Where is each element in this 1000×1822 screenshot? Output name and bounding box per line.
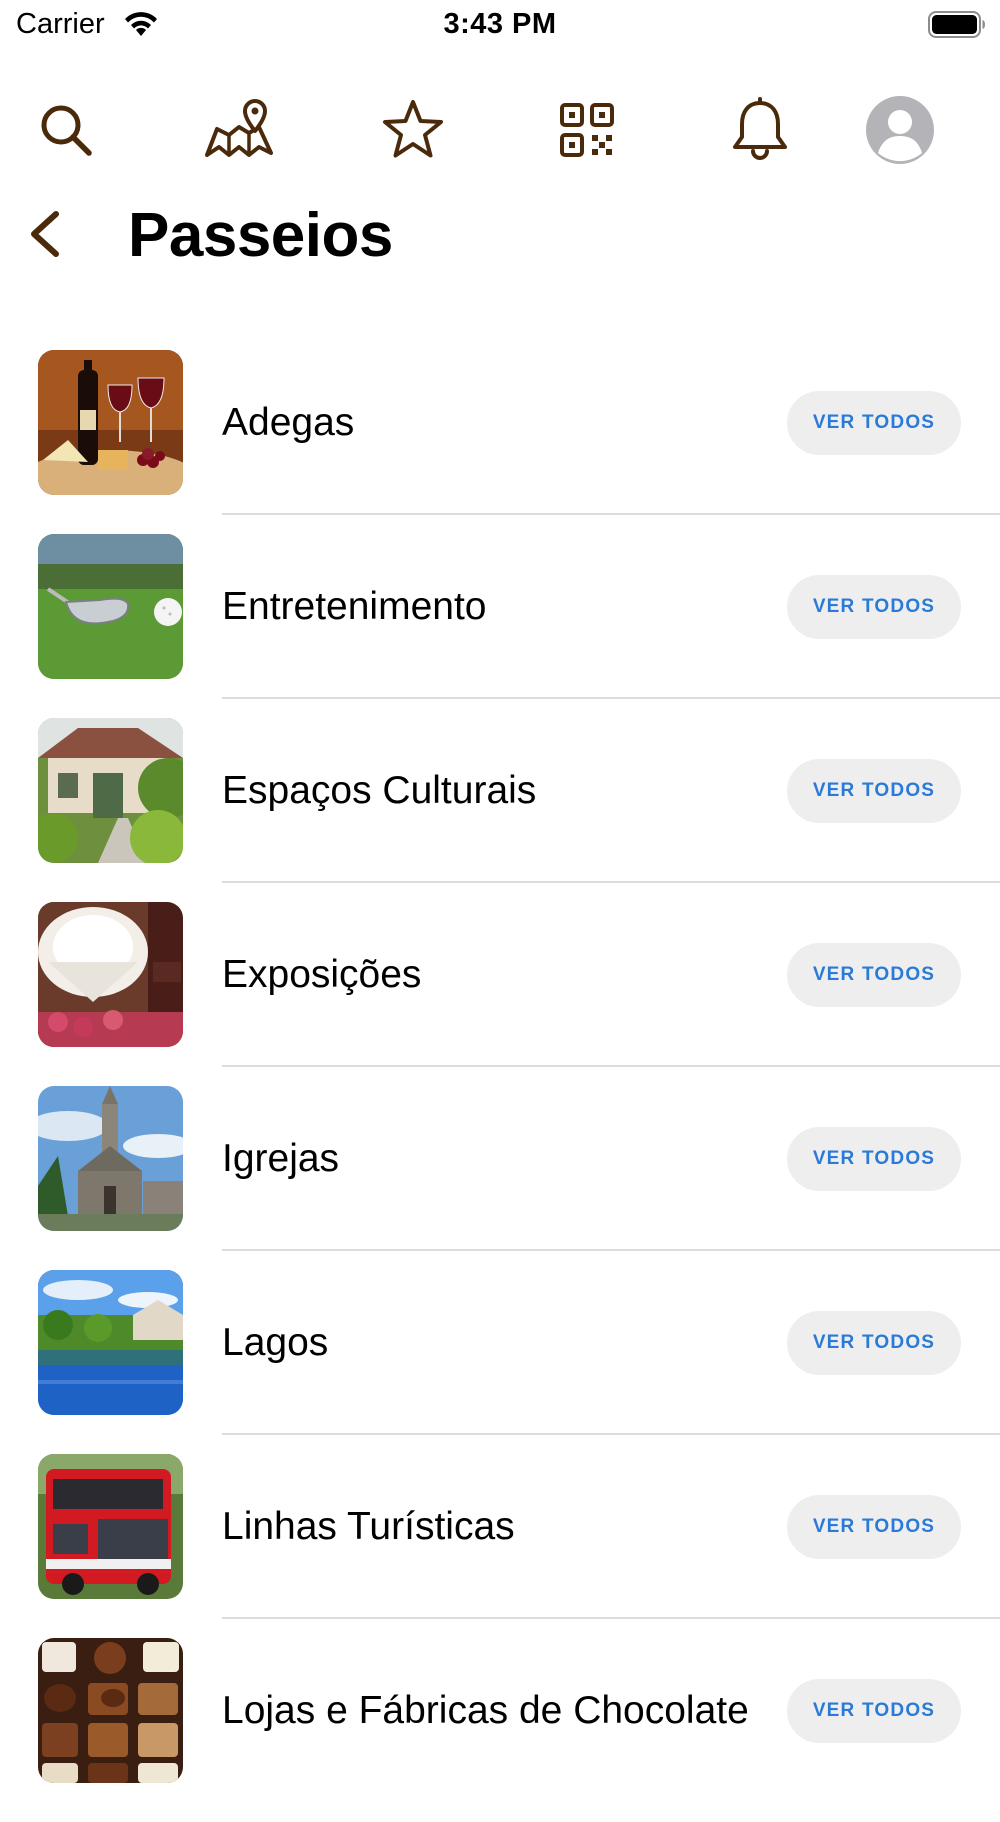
battery-icon [928, 11, 985, 38]
list-item-label: Espaços Culturais [222, 769, 537, 812]
chocolates-image [38, 1638, 183, 1783]
list-item[interactable]: Adegas VER TODOS [0, 350, 1000, 534]
list-item-label: Linhas Turísticas [222, 1505, 515, 1548]
list-item-label: Adegas [222, 401, 355, 444]
ver-todos-button[interactable]: VER TODOS [787, 1127, 961, 1191]
page-title: Passeios [128, 201, 393, 270]
separator [222, 697, 1000, 699]
back-button[interactable] [20, 200, 70, 270]
cultural-house-image [38, 718, 183, 863]
separator [222, 1065, 1000, 1067]
list-item-label: Lagos [222, 1321, 329, 1364]
search-button[interactable] [26, 90, 106, 170]
separator [222, 1617, 1000, 1619]
list-item[interactable]: Entretenimento VER TODOS [0, 534, 1000, 718]
map-pin-icon [205, 99, 273, 157]
category-list: Adegas VER TODOS Entretenimento VER TODO… [0, 350, 1000, 1822]
notifications-button[interactable] [720, 90, 800, 170]
church-image [38, 1086, 183, 1231]
ver-todos-button[interactable]: VER TODOS [787, 759, 961, 823]
wine-and-cheese-image [38, 350, 183, 495]
list-item[interactable]: Exposições VER TODOS [0, 902, 1000, 1086]
top-icon-bar [0, 90, 1000, 170]
golf-image [38, 534, 183, 679]
list-item[interactable]: Lagos VER TODOS [0, 1270, 1000, 1454]
ver-todos-button[interactable]: VER TODOS [787, 391, 961, 455]
list-item-label: Lojas e Fábricas de Chocolate [222, 1689, 749, 1732]
map-button[interactable] [199, 90, 279, 170]
avatar-icon [866, 96, 934, 164]
ver-todos-button[interactable]: VER TODOS [787, 575, 961, 639]
chevron-left-icon [31, 211, 59, 257]
ver-todos-button[interactable]: VER TODOS [787, 1495, 961, 1559]
ver-todos-button[interactable]: VER TODOS [787, 1311, 961, 1375]
qr-code-button[interactable] [547, 90, 627, 170]
clock: 3:43 PM [443, 8, 557, 40]
search-icon [41, 105, 92, 156]
separator [222, 881, 1000, 883]
list-item[interactable]: Igrejas VER TODOS [0, 1086, 1000, 1270]
separator [222, 1249, 1000, 1251]
list-item[interactable]: Linhas Turísticas VER TODOS [0, 1454, 1000, 1638]
separator [222, 513, 1000, 515]
profile-button[interactable] [860, 90, 940, 170]
chandelier-image [38, 902, 183, 1047]
status-bar: Carrier 3:43 PM [0, 0, 1000, 50]
favorites-button[interactable] [373, 90, 453, 170]
qr-code-icon [560, 103, 614, 157]
bell-icon [733, 97, 787, 160]
list-item-label: Entretenimento [222, 585, 487, 628]
list-item-label: Igrejas [222, 1137, 340, 1180]
lake-image [38, 1270, 183, 1415]
ver-todos-button[interactable]: VER TODOS [787, 943, 961, 1007]
red-bus-image [38, 1454, 183, 1599]
list-item[interactable]: Lojas e Fábricas de Chocolate VER TODOS [0, 1638, 1000, 1822]
ver-todos-button[interactable]: VER TODOS [787, 1679, 961, 1743]
separator [222, 1433, 1000, 1435]
star-icon [383, 100, 443, 158]
list-item[interactable]: Espaços Culturais VER TODOS [0, 718, 1000, 902]
list-item-label: Exposições [222, 953, 422, 996]
